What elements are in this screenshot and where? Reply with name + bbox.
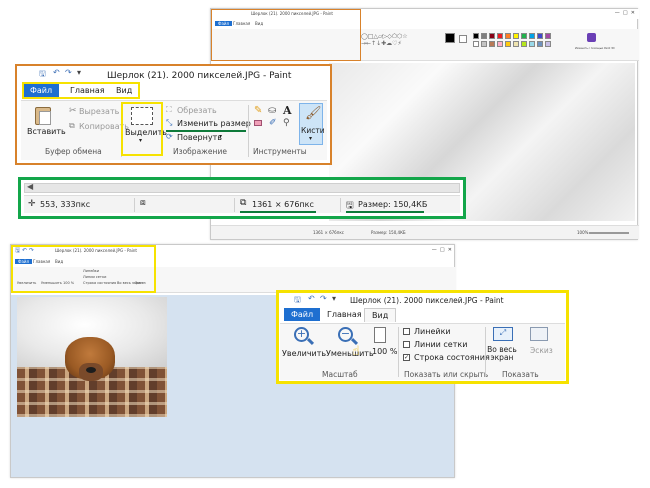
- top-status-dimensions: 1361 × 676пкс: [313, 230, 344, 235]
- composite-screenshot: Шерлок (21). 2000 пикселей.JPG - Paint —…: [0, 0, 650, 488]
- shapes-area[interactable]: ◯□△▱▷◇⬠⬡☆ →←↑↓✚☁♡⚡: [361, 33, 416, 53]
- top-status-zoom: 100%: [577, 230, 589, 235]
- ribbon-zoom-highlight: [15, 64, 332, 165]
- color1-swatch[interactable]: [445, 33, 455, 43]
- color-palette[interactable]: [473, 33, 573, 53]
- paint3d-label: Изменить с помощью Paint 3D: [575, 47, 615, 50]
- top-ribbon-highlight: [211, 9, 361, 61]
- view-ribbon-highlight: [276, 290, 569, 384]
- dog-nose: [86, 367, 96, 373]
- status-zoom-panel: ◀ ✛ 553, 333пкс ⧈ ⧉ 1361 × 676пкс 🖫 Разм…: [18, 177, 466, 219]
- color2-swatch[interactable]: [459, 35, 467, 43]
- top-status-bar: 1361 × 676пкс Размер: 150,4КБ 100%: [211, 225, 639, 239]
- window-controls[interactable]: — □ ✕: [615, 10, 635, 16]
- paint3d-icon[interactable]: [587, 33, 596, 42]
- top-zoom-slider[interactable]: [589, 232, 629, 234]
- bottom-ribbon-highlight: [11, 245, 156, 293]
- bottom-window-controls[interactable]: — □ ✕: [432, 247, 452, 253]
- ribbon-zoom-panel: 🖫 ↶ ↷ ▾ Шерлок (21). 2000 пикселей.JPG -…: [15, 64, 332, 165]
- dog-photo-canvas[interactable]: [17, 297, 167, 417]
- top-status-size: Размер: 150,4КБ: [371, 230, 406, 235]
- view-ribbon-zoom-panel: 🖫 ↶ ↷ ▾ Шерлок (21). 2000 пикселей.JPG -…: [276, 290, 569, 384]
- status-bar-highlight: [18, 177, 466, 219]
